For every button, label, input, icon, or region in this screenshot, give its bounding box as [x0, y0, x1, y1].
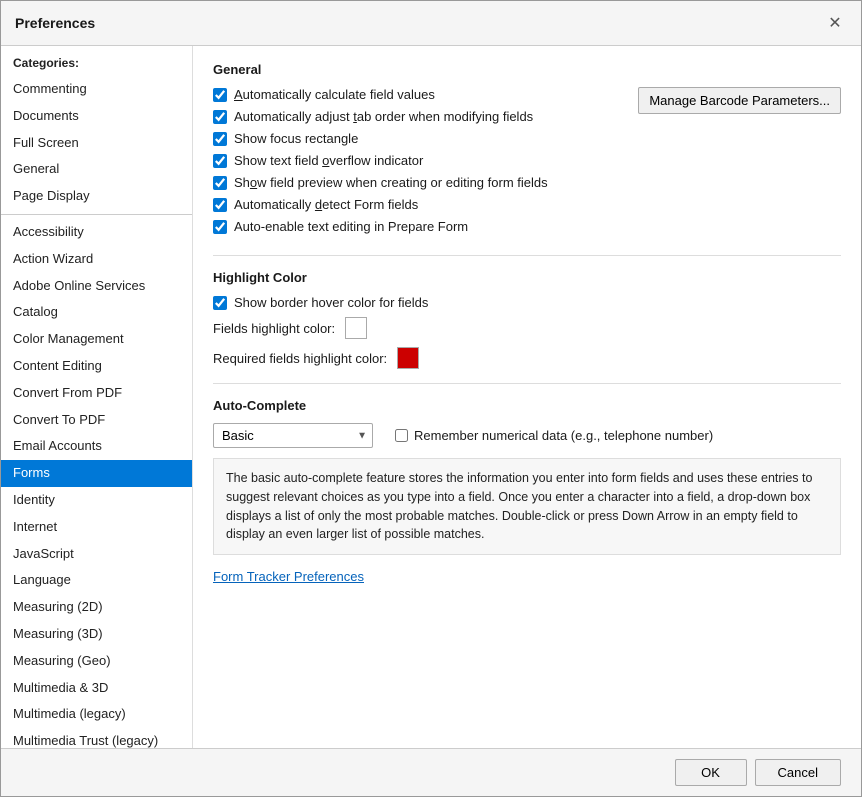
sidebar-item-email-accounts[interactable]: Email Accounts — [1, 433, 192, 460]
sidebar-item-convert-from-pdf[interactable]: Convert From PDF — [1, 380, 192, 407]
preferences-dialog: Preferences ✕ Categories: Commenting Doc… — [0, 0, 862, 797]
show-preview-checkbox[interactable] — [213, 176, 227, 190]
fields-highlight-label: Fields highlight color: — [213, 321, 335, 336]
ok-button[interactable]: OK — [675, 759, 747, 786]
cancel-button[interactable]: Cancel — [755, 759, 841, 786]
sidebar-item-multimedia-trust-legacy[interactable]: Multimedia Trust (legacy) — [1, 728, 192, 748]
show-overflow-checkbox[interactable] — [213, 154, 227, 168]
sidebar-item-catalog[interactable]: Catalog — [1, 299, 192, 326]
sidebar-item-action-wizard[interactable]: Action Wizard — [1, 246, 192, 273]
show-focus-label: Show focus rectangle — [234, 131, 358, 146]
checkbox-row-auto-enable: Auto-enable text editing in Prepare Form — [213, 219, 618, 234]
checkbox-row-show-border: Show border hover color for fields — [213, 295, 841, 310]
sidebar-item-multimedia-3d[interactable]: Multimedia & 3D — [1, 675, 192, 702]
auto-calc-label: Automatically calculate field values — [234, 87, 435, 102]
sidebar-item-javascript[interactable]: JavaScript — [1, 541, 192, 568]
divider-1 — [213, 255, 841, 256]
sidebar-item-full-screen[interactable]: Full Screen — [1, 130, 192, 157]
checkboxes-column: Automatically calculate field values Aut… — [213, 87, 618, 241]
categories-label: Categories: — [1, 46, 192, 76]
sidebar-item-accessibility[interactable]: Accessibility — [1, 219, 192, 246]
sidebar-item-internet[interactable]: Internet — [1, 514, 192, 541]
dialog-footer: OK Cancel — [1, 748, 861, 796]
checkbox-row-show-overflow: Show text field overflow indicator — [213, 153, 618, 168]
main-panel: General Automatically calculate field va… — [193, 46, 861, 748]
sidebar-item-page-display[interactable]: Page Display — [1, 183, 192, 210]
checkbox-row-auto-detect: Automatically detect Form fields — [213, 197, 618, 212]
auto-enable-checkbox[interactable] — [213, 220, 227, 234]
manage-barcode-button[interactable]: Manage Barcode Parameters... — [638, 87, 841, 114]
show-focus-checkbox[interactable] — [213, 132, 227, 146]
sidebar-item-language[interactable]: Language — [1, 567, 192, 594]
divider-2 — [213, 383, 841, 384]
sidebar-item-commenting[interactable]: Commenting — [1, 76, 192, 103]
fields-highlight-color-box[interactable] — [345, 317, 367, 339]
dialog-body: Categories: Commenting Documents Full Sc… — [1, 46, 861, 748]
auto-tab-label: Automatically adjust tab order when modi… — [234, 109, 533, 124]
remember-numerical-label: Remember numerical data (e.g., telephone… — [414, 428, 713, 443]
manage-btn-wrapper: Manage Barcode Parameters... — [618, 87, 841, 114]
show-border-label: Show border hover color for fields — [234, 295, 428, 310]
show-border-checkbox[interactable] — [213, 296, 227, 310]
auto-enable-label: Auto-enable text editing in Prepare Form — [234, 219, 468, 234]
auto-tab-checkbox[interactable] — [213, 110, 227, 124]
dialog-title: Preferences — [15, 15, 95, 31]
sidebar-item-measuring-geo[interactable]: Measuring (Geo) — [1, 648, 192, 675]
auto-calc-checkbox[interactable] — [213, 88, 227, 102]
checkbox-row-auto-calc: Automatically calculate field values — [213, 87, 618, 102]
general-section-title: General — [213, 62, 841, 77]
auto-complete-row: Off Basic Advanced ▼ Off Basic Advanced … — [213, 423, 841, 448]
required-highlight-color-box[interactable] — [397, 347, 419, 369]
highlight-section-title: Highlight Color — [213, 270, 841, 285]
remember-row: Remember numerical data (e.g., telephone… — [395, 428, 713, 443]
title-bar: Preferences ✕ — [1, 1, 861, 46]
sidebar-item-convert-to-pdf[interactable]: Convert To PDF — [1, 407, 192, 434]
general-section-content: Automatically calculate field values Aut… — [213, 87, 841, 241]
autocomplete-dropdown-wrapper: Off Basic Advanced ▼ — [213, 423, 373, 448]
required-highlight-label: Required fields highlight color: — [213, 351, 387, 366]
sidebar-item-general[interactable]: General — [1, 156, 192, 183]
close-button[interactable]: ✕ — [823, 11, 847, 35]
sidebar: Categories: Commenting Documents Full Sc… — [1, 46, 193, 748]
form-tracker-link[interactable]: Form Tracker Preferences — [213, 569, 364, 584]
sidebar-divider — [1, 214, 192, 215]
sidebar-item-content-editing[interactable]: Content Editing — [1, 353, 192, 380]
auto-complete-description: The basic auto-complete feature stores t… — [213, 458, 841, 555]
auto-detect-checkbox[interactable] — [213, 198, 227, 212]
sidebar-item-measuring-2d[interactable]: Measuring (2D) — [1, 594, 192, 621]
show-overflow-label: Show text field overflow indicator — [234, 153, 423, 168]
auto-detect-label: Automatically detect Form fields — [234, 197, 418, 212]
required-highlight-row: Required fields highlight color: — [213, 347, 841, 369]
auto-complete-section-title: Auto-Complete — [213, 398, 841, 413]
checkbox-row-show-preview: Show field preview when creating or edit… — [213, 175, 618, 190]
sidebar-item-identity[interactable]: Identity — [1, 487, 192, 514]
show-preview-label: Show field preview when creating or edit… — [234, 175, 548, 190]
sidebar-item-measuring-3d[interactable]: Measuring (3D) — [1, 621, 192, 648]
checkbox-row-show-focus: Show focus rectangle — [213, 131, 618, 146]
fields-highlight-row: Fields highlight color: — [213, 317, 841, 339]
sidebar-item-adobe-online-services[interactable]: Adobe Online Services — [1, 273, 192, 300]
sidebar-item-multimedia-legacy[interactable]: Multimedia (legacy) — [1, 701, 192, 728]
sidebar-item-color-management[interactable]: Color Management — [1, 326, 192, 353]
sidebar-list: Commenting Documents Full Screen General… — [1, 76, 192, 748]
checkbox-row-auto-tab: Automatically adjust tab order when modi… — [213, 109, 618, 124]
sidebar-item-documents[interactable]: Documents — [1, 103, 192, 130]
autocomplete-dropdown[interactable]: Off Basic Advanced — [213, 423, 373, 448]
remember-numerical-checkbox[interactable] — [395, 429, 408, 442]
sidebar-item-forms[interactable]: Forms — [1, 460, 192, 487]
